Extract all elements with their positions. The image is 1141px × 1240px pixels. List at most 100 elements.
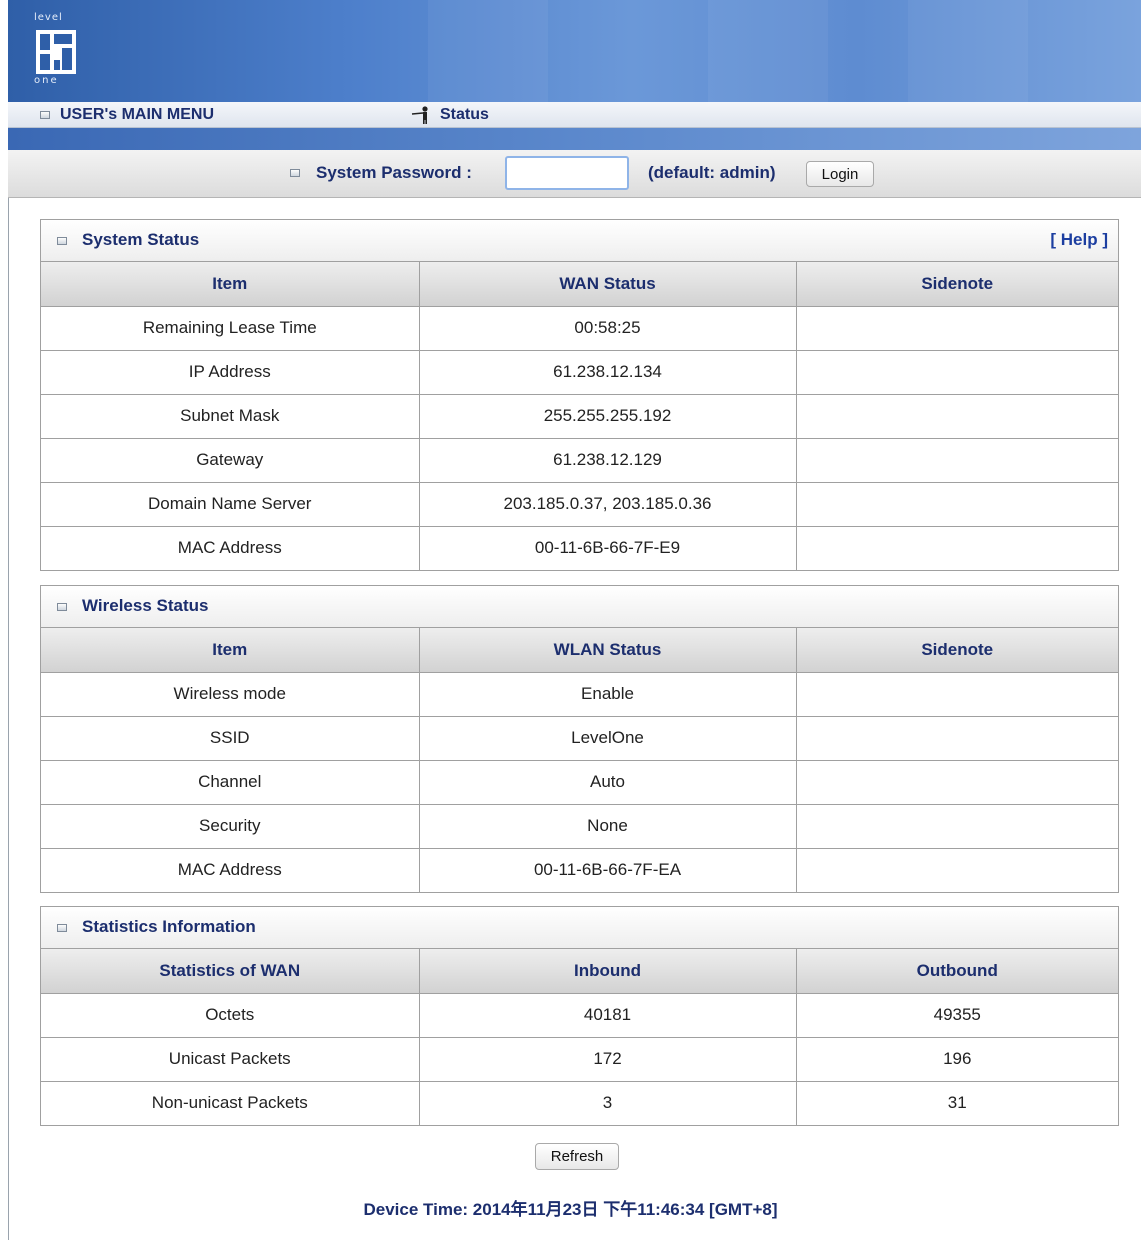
table-cell: Security: [41, 804, 420, 849]
current-page-label: Status: [440, 106, 489, 123]
table-cell: 172: [419, 1037, 797, 1082]
section-header: Wireless Status: [41, 586, 1118, 628]
person-status-icon: [411, 106, 428, 124]
main-menu-link[interactable]: USER's MAIN MENU: [40, 106, 214, 124]
column-header: Sidenote: [796, 628, 1118, 673]
table-cell: 40181: [419, 993, 797, 1038]
system-status-section: System Status [ Help ] Item WAN Status S…: [40, 219, 1119, 571]
password-hint: (default: admin): [648, 163, 776, 182]
table-header-row: Statistics of WAN Inbound Outbound: [41, 949, 1118, 994]
table-cell: Enable: [419, 672, 797, 717]
table-cell: 3: [419, 1081, 797, 1125]
table-row: Subnet Mask 255.255.255.192: [41, 394, 1118, 439]
table-cell: SSID: [41, 716, 420, 761]
table-row: MAC Address 00-11-6B-66-7F-EA: [41, 848, 1118, 892]
table-cell: Octets: [41, 993, 420, 1038]
column-header: Inbound: [419, 949, 797, 994]
device-time: Device Time: 2014年11月23日 下午11:46:34 [GMT…: [363, 1200, 778, 1219]
table-cell: Remaining Lease Time: [41, 306, 420, 351]
column-header: Item: [41, 628, 420, 673]
table-cell: 61.238.12.134: [419, 350, 797, 395]
table-row: Security None: [41, 804, 1118, 849]
logo-bottom-text: one: [34, 75, 59, 86]
table-row: Remaining Lease Time 00:58:25: [41, 306, 1118, 351]
table-cell: 255.255.255.192: [419, 394, 797, 439]
table-cell: None: [419, 804, 797, 849]
table-cell: Subnet Mask: [41, 394, 420, 439]
section-title: System Status: [82, 230, 200, 249]
table-cell: [796, 438, 1118, 483]
login-button[interactable]: Login: [806, 161, 874, 187]
table-cell: IP Address: [41, 350, 420, 395]
statistics-section: Statistics Information Statistics of WAN…: [40, 906, 1119, 1126]
column-header: Statistics of WAN: [41, 949, 420, 994]
table-row: SSID LevelOne: [41, 716, 1118, 761]
table-row: Domain Name Server 203.185.0.37, 203.185…: [41, 482, 1118, 527]
section-header: Statistics Information: [41, 907, 1118, 949]
table-cell: Channel: [41, 760, 420, 805]
table-cell: Gateway: [41, 438, 420, 483]
table-cell: Non-unicast Packets: [41, 1081, 420, 1125]
table-cell: Wireless mode: [41, 672, 420, 717]
table-row: Unicast Packets 172 196: [41, 1037, 1118, 1082]
table-cell: LevelOne: [419, 716, 797, 761]
login-bar: System Password : (default: admin) Login: [8, 150, 1141, 198]
table-cell: [796, 526, 1118, 570]
table-cell: 00:58:25: [419, 306, 797, 351]
password-input[interactable]: [505, 156, 629, 190]
column-header: Sidenote: [796, 262, 1118, 307]
table-row: Non-unicast Packets 3 31: [41, 1081, 1118, 1125]
wireless-status-section: Wireless Status Item WLAN Status Sidenot…: [40, 585, 1119, 893]
table-cell: [796, 672, 1118, 717]
table-cell: Unicast Packets: [41, 1037, 420, 1082]
levelone-logo: level one: [30, 12, 88, 90]
table-header-row: Item WLAN Status Sidenote: [41, 628, 1118, 673]
table-cell: 49355: [796, 993, 1118, 1038]
table-cell: [796, 848, 1118, 892]
table-row: MAC Address 00-11-6B-66-7F-E9: [41, 526, 1118, 570]
table-cell: [796, 482, 1118, 527]
square-bullet-icon: [57, 924, 67, 932]
table-cell: [796, 760, 1118, 805]
statistics-table: Statistics of WAN Inbound Outbound Octet…: [41, 949, 1118, 1125]
logo-mark-icon: [36, 30, 76, 74]
table-cell: 00-11-6B-66-7F-E9: [419, 526, 797, 570]
help-link[interactable]: [ Help ]: [1050, 230, 1108, 250]
table-row: IP Address 61.238.12.134: [41, 350, 1118, 395]
table-cell: 00-11-6B-66-7F-EA: [419, 848, 797, 892]
column-header: WAN Status: [419, 262, 797, 307]
table-cell: MAC Address: [41, 526, 420, 570]
square-bullet-icon: [57, 603, 67, 611]
square-bullet-icon: [290, 169, 300, 177]
password-label: System Password :: [316, 163, 472, 182]
table-cell: 61.238.12.129: [419, 438, 797, 483]
table-cell: [796, 350, 1118, 395]
table-row: Wireless mode Enable: [41, 672, 1118, 717]
wireless-status-table: Item WLAN Status Sidenote Wireless mode …: [41, 628, 1118, 892]
table-cell: MAC Address: [41, 848, 420, 892]
refresh-button[interactable]: Refresh: [535, 1143, 619, 1170]
column-header: Item: [41, 262, 420, 307]
header-banner: level one: [8, 0, 1141, 102]
table-row: Channel Auto: [41, 760, 1118, 805]
table-cell: [796, 394, 1118, 439]
table-cell: [796, 306, 1118, 351]
table-cell: 196: [796, 1037, 1118, 1082]
header-blue-band: [8, 128, 1141, 150]
section-header: System Status [ Help ]: [41, 220, 1118, 262]
logo-top-text: level: [34, 12, 63, 23]
column-header: WLAN Status: [419, 628, 797, 673]
table-cell: Auto: [419, 760, 797, 805]
column-header: Outbound: [796, 949, 1118, 994]
section-title: Statistics Information: [82, 917, 256, 936]
section-title: Wireless Status: [82, 596, 209, 615]
table-cell: [796, 716, 1118, 761]
table-row: Gateway 61.238.12.129: [41, 438, 1118, 483]
current-page-indicator: Status: [410, 106, 489, 124]
table-cell: Domain Name Server: [41, 482, 420, 527]
table-row: Octets 40181 49355: [41, 993, 1118, 1038]
banner-stripe: [708, 0, 828, 102]
table-cell: [796, 804, 1118, 849]
square-bullet-icon: [40, 111, 50, 119]
menu-bar: USER's MAIN MENU Status: [8, 102, 1141, 128]
